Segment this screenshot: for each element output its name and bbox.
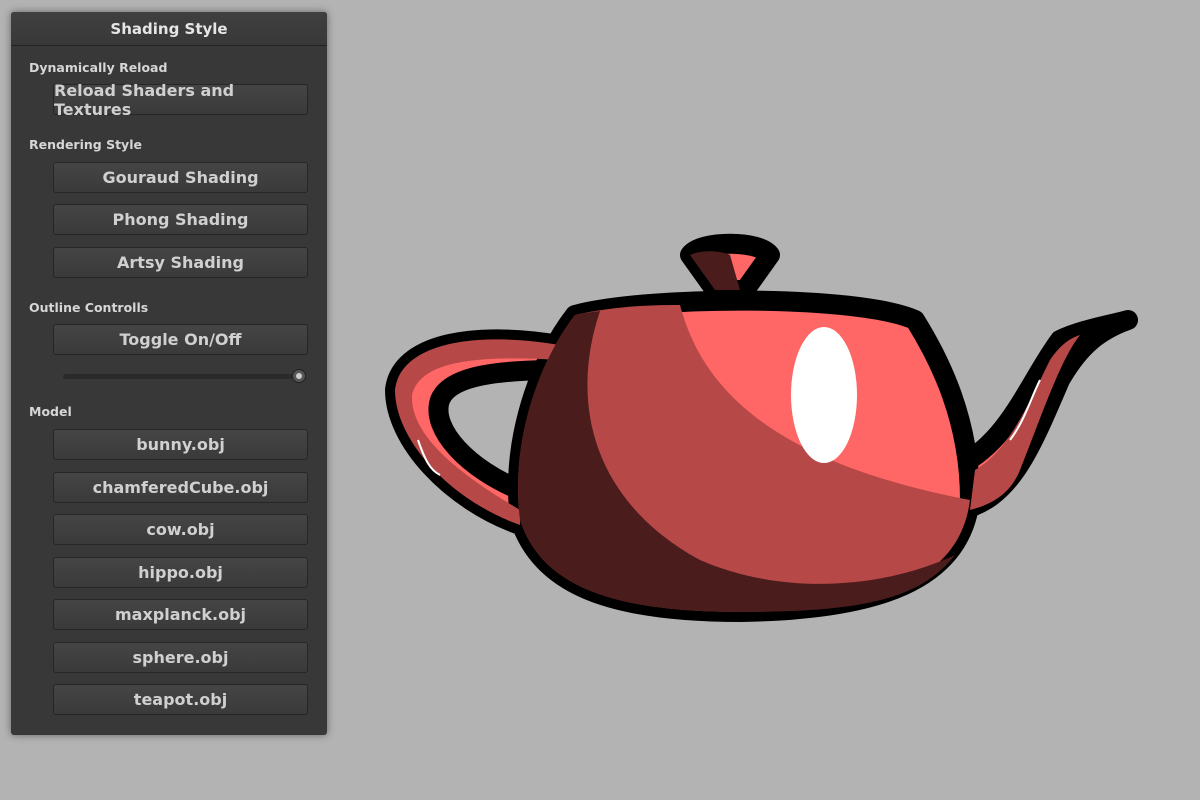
reload-shaders-button[interactable]: Reload Shaders and Textures: [53, 81, 308, 119]
model-button-hippo[interactable]: hippo.obj: [53, 556, 308, 588]
outline-width-slider[interactable]: [63, 369, 306, 383]
section-label-rendering-style: Rendering Style: [29, 137, 142, 152]
panel-title: Shading Style: [11, 12, 327, 46]
slider-knob[interactable]: [292, 369, 306, 383]
section-label-model: Model: [29, 404, 72, 419]
section-label-outline-controls: Outline Controlls: [29, 300, 149, 315]
section-label-dynamically-reload: Dynamically Reload: [29, 60, 168, 75]
toggle-outline-button[interactable]: Toggle On/Off: [53, 324, 308, 355]
model-button-teapot[interactable]: teapot.obj: [53, 684, 308, 715]
gouraud-shading-button[interactable]: Gouraud Shading: [53, 162, 308, 193]
shading-style-panel: Shading Style Dynamically Reload Reload …: [11, 12, 327, 735]
model-button-cow[interactable]: cow.obj: [53, 514, 308, 545]
model-button-bunny[interactable]: bunny.obj: [53, 429, 308, 460]
phong-shading-button[interactable]: Phong Shading: [53, 204, 308, 235]
model-button-sphere[interactable]: sphere.obj: [53, 641, 308, 673]
model-button-maxplanck[interactable]: maxplanck.obj: [53, 599, 308, 630]
artsy-shading-button[interactable]: Artsy Shading: [53, 247, 308, 278]
model-button-chamferedcube[interactable]: chamferedCube.obj: [53, 471, 308, 503]
